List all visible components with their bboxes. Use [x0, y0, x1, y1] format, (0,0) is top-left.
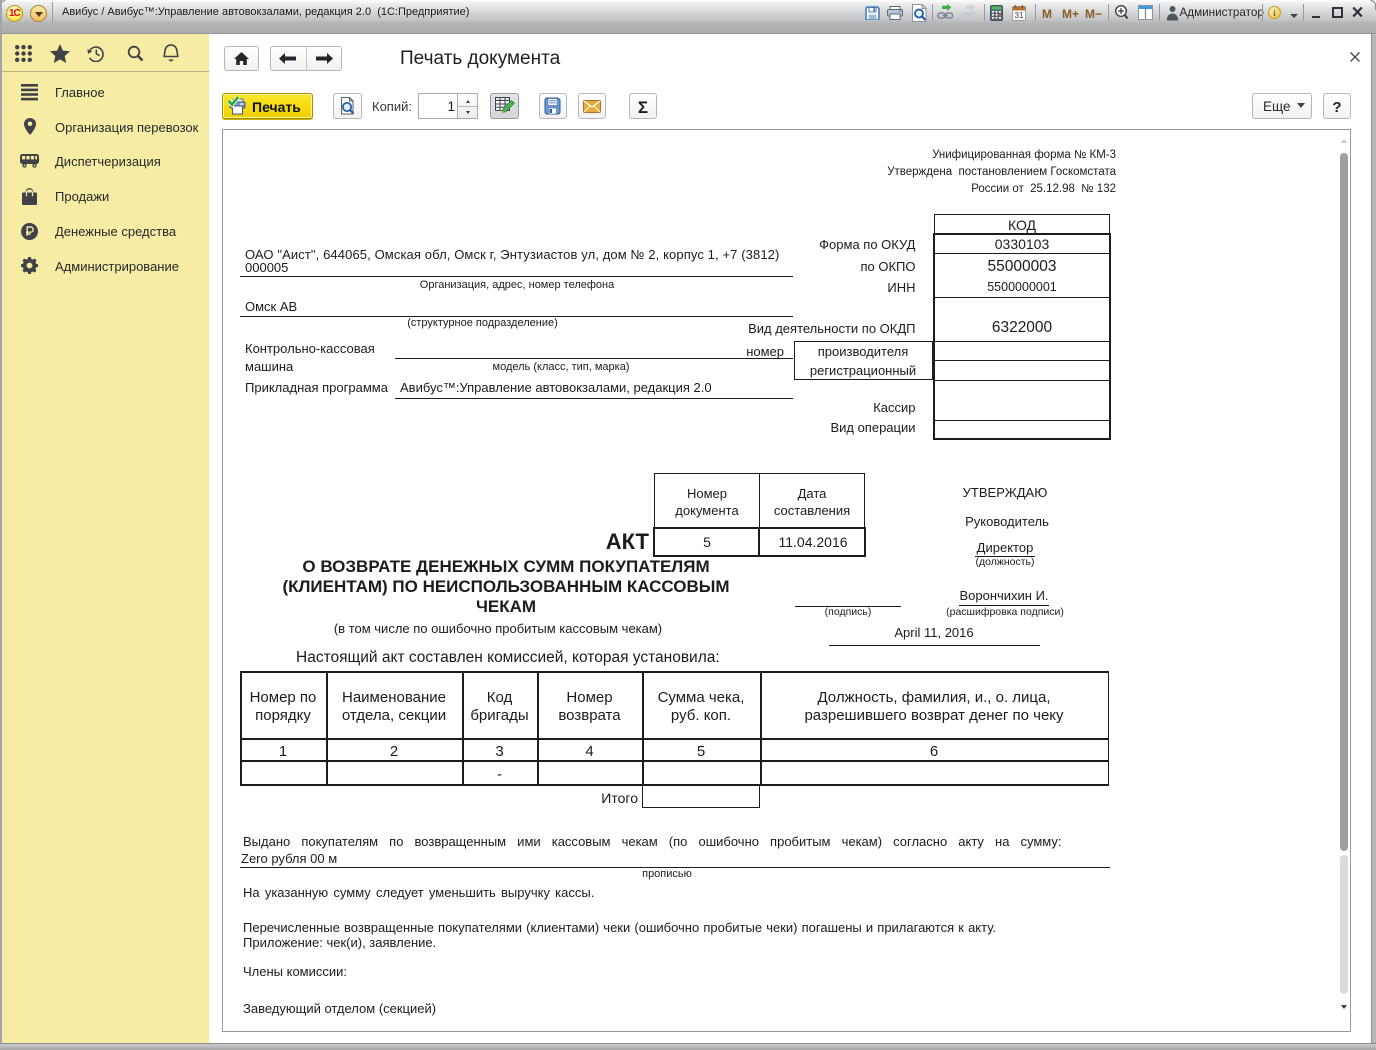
- svg-text:31: 31: [1015, 11, 1024, 20]
- svg-text:i: i: [1273, 9, 1276, 19]
